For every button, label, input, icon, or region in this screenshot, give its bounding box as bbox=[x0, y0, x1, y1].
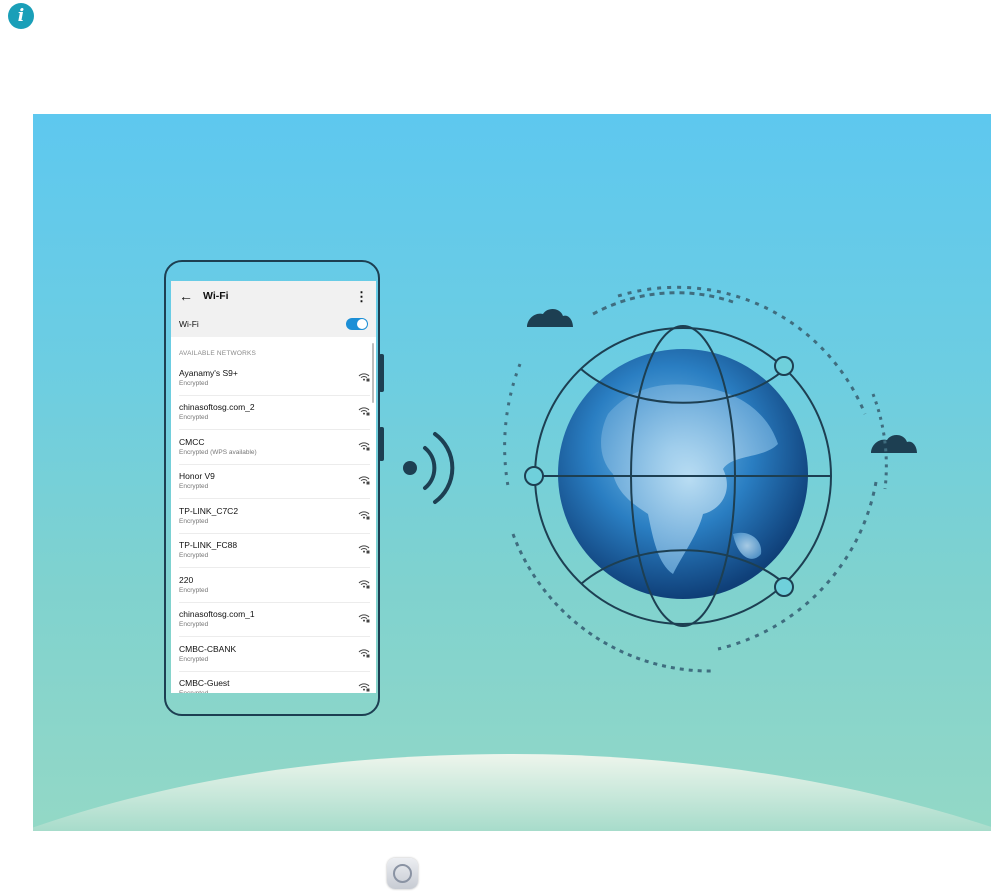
wifi-lock-icon bbox=[358, 472, 370, 490]
network-item[interactable]: TP-LINK_C7C2 Encrypted bbox=[179, 499, 370, 534]
network-name: CMBC-Guest bbox=[179, 678, 230, 689]
network-name: CMCC bbox=[179, 436, 205, 447]
network-status: Encrypted bbox=[179, 379, 209, 387]
network-status: Encrypted bbox=[179, 414, 209, 422]
app-bar: ← Wi-Fi ⋮ bbox=[171, 281, 376, 311]
scrollbar[interactable] bbox=[372, 343, 374, 403]
wifi-lock-icon bbox=[358, 679, 370, 693]
network-item[interactable]: CMBC-GuestEncrypted bbox=[179, 672, 370, 693]
network-item[interactable]: Honor V9 Encrypted bbox=[179, 465, 370, 499]
settings-app-icon[interactable] bbox=[387, 858, 418, 889]
globe-icon bbox=[524, 325, 832, 627]
wifi-signal-icon bbox=[403, 432, 455, 504]
network-name: CMBC-CBANK bbox=[179, 643, 237, 654]
network-status: Encrypted bbox=[179, 483, 209, 491]
wifi-toggle-row[interactable]: Wi-Fi bbox=[171, 311, 376, 337]
phone-screen: ← Wi-Fi ⋮ Wi-Fi AVAILABLE NETWORKS Ayana… bbox=[171, 281, 376, 693]
wifi-lock-icon bbox=[358, 507, 370, 525]
wifi-lock-icon bbox=[358, 403, 370, 421]
wifi-lock-icon bbox=[358, 369, 370, 387]
page-title: Wi-Fi bbox=[203, 290, 229, 302]
network-status: Encrypted (WPS available) bbox=[179, 448, 257, 456]
wifi-illustration: ← Wi-Fi ⋮ Wi-Fi AVAILABLE NETWORKS Ayana… bbox=[33, 114, 991, 831]
network-status: Encrypted bbox=[179, 689, 230, 693]
network-status: Encrypted bbox=[179, 552, 209, 560]
network-item[interactable]: CMBC-CBANK Encrypted bbox=[179, 637, 370, 672]
network-item[interactable]: 220 Encrypted bbox=[179, 568, 370, 603]
phone-power-button bbox=[379, 427, 384, 461]
network-name: 220 bbox=[179, 574, 194, 585]
network-name: TP-LINK_C7C2 bbox=[179, 505, 239, 516]
wifi-lock-icon bbox=[358, 610, 370, 628]
network-name: chinasoftosg.com_1 bbox=[179, 609, 255, 620]
section-header: AVAILABLE NETWORKS bbox=[179, 350, 257, 357]
network-name: TP-LINK_FC88 bbox=[179, 540, 238, 551]
phone-volume-button bbox=[379, 354, 384, 392]
network-item[interactable]: Ayanamy's S9+ Encrypted bbox=[179, 361, 370, 396]
wifi-lock-icon bbox=[358, 541, 370, 559]
wifi-lock-icon bbox=[358, 576, 370, 594]
network-status: Encrypted bbox=[179, 586, 209, 594]
arrow-left-icon[interactable]: ← bbox=[179, 289, 193, 303]
network-status: Encrypted bbox=[179, 621, 209, 629]
network-status: Encrypted bbox=[179, 655, 209, 663]
info-icon: i bbox=[8, 3, 34, 29]
network-item[interactable]: TP-LINK_FC88 Encrypted bbox=[179, 534, 370, 568]
network-list: Ayanamy's S9+ Encrypted chinasoftosg.com_2… bbox=[171, 361, 376, 693]
wifi-toggle-label: Wi-Fi bbox=[179, 319, 199, 329]
network-status: Encrypted bbox=[179, 517, 209, 525]
wifi-lock-icon bbox=[358, 438, 370, 456]
wifi-lock-icon bbox=[358, 645, 370, 663]
more-vertical-icon[interactable]: ⋮ bbox=[355, 290, 368, 303]
network-item[interactable]: CMCC Encrypted (WPS available) bbox=[179, 430, 370, 465]
network-name: Honor V9 bbox=[179, 471, 215, 482]
network-name: chinasoftosg.com_2 bbox=[179, 402, 255, 413]
wifi-toggle-switch[interactable] bbox=[346, 318, 368, 330]
network-item[interactable]: chinasoftosg.com_2 Encrypted bbox=[179, 396, 370, 430]
hill bbox=[33, 754, 991, 831]
network-name: Ayanamy's S9+ bbox=[179, 367, 238, 378]
network-item[interactable]: chinasoftosg.com_1 Encrypted bbox=[179, 603, 370, 637]
